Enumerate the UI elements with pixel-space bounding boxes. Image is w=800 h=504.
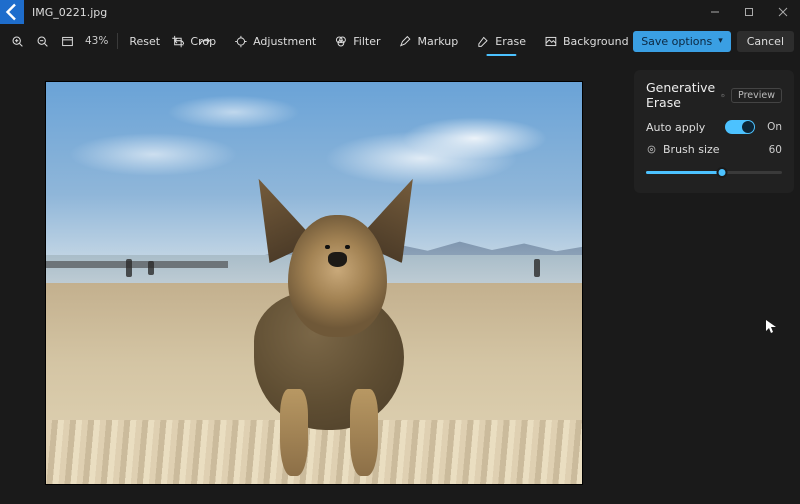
fit-to-window-icon — [61, 35, 74, 48]
save-options-button[interactable]: Save options ▾ — [633, 31, 731, 52]
arrow-left-icon — [0, 0, 24, 24]
window-close-button[interactable] — [766, 0, 800, 24]
reset-label: Reset — [129, 35, 160, 48]
tab-adjustment-label: Adjustment — [253, 35, 316, 48]
zoom-in-icon — [11, 35, 24, 48]
tab-erase[interactable]: Erase — [474, 32, 528, 51]
brush-size-value: 60 — [769, 144, 782, 156]
tab-filter[interactable]: Filter — [332, 32, 382, 51]
tab-adjustment[interactable]: Adjustment — [232, 32, 318, 51]
auto-apply-label: Auto apply — [646, 121, 705, 134]
info-icon[interactable] — [721, 90, 725, 101]
tab-background-label: Background — [563, 35, 629, 48]
tool-tabs: Crop Adjustment Filter Markup Erase Back… — [169, 32, 630, 51]
zoom-out-button[interactable] — [31, 29, 54, 53]
maximize-icon — [744, 7, 754, 17]
workspace: Generative Erase Preview Auto apply On B… — [0, 58, 800, 504]
erase-panel: Generative Erase Preview Auto apply On B… — [634, 70, 794, 193]
zoom-in-button[interactable] — [6, 29, 29, 53]
zoom-out-icon — [36, 35, 49, 48]
tab-background[interactable]: Background — [542, 32, 631, 51]
brush-size-slider[interactable] — [646, 165, 782, 179]
cancel-button[interactable]: Cancel — [737, 31, 794, 52]
reset-button[interactable]: Reset — [123, 29, 166, 53]
cancel-label: Cancel — [747, 35, 784, 48]
brush-icon — [646, 144, 657, 155]
erase-icon — [476, 35, 489, 48]
back-button[interactable] — [0, 0, 24, 24]
window-minimize-button[interactable] — [698, 0, 732, 24]
window-maximize-button[interactable] — [732, 0, 766, 24]
chevron-down-icon: ▾ — [718, 36, 723, 46]
photo-canvas[interactable] — [46, 82, 582, 484]
slider-thumb[interactable] — [717, 167, 728, 178]
adjustment-icon — [234, 35, 247, 48]
tab-erase-label: Erase — [495, 35, 526, 48]
toolbar: 43% Reset Crop Adjustment Filter Markup … — [0, 24, 800, 58]
filter-icon — [334, 35, 347, 48]
panel-title: Generative Erase — [646, 80, 715, 110]
auto-apply-state: On — [767, 121, 782, 133]
tab-filter-label: Filter — [353, 35, 380, 48]
tab-crop-label: Crop — [190, 35, 216, 48]
tab-markup-label: Markup — [418, 35, 459, 48]
background-icon — [544, 35, 557, 48]
side-panel: Generative Erase Preview Auto apply On B… — [628, 58, 800, 504]
markup-icon — [399, 35, 412, 48]
auto-apply-toggle[interactable] — [725, 120, 755, 134]
title-bar: IMG_0221.jpg — [0, 0, 800, 24]
close-icon — [778, 7, 788, 17]
canvas-area[interactable] — [0, 58, 628, 504]
crop-icon — [171, 35, 184, 48]
toolbar-divider — [117, 33, 118, 49]
preview-badge: Preview — [731, 88, 782, 103]
window-title: IMG_0221.jpg — [24, 0, 107, 24]
brush-size-label: Brush size — [663, 143, 720, 156]
fit-button[interactable] — [56, 29, 79, 53]
tab-markup[interactable]: Markup — [397, 32, 461, 51]
minimize-icon — [710, 7, 720, 17]
tab-crop[interactable]: Crop — [169, 32, 218, 51]
save-options-label: Save options — [641, 35, 712, 48]
zoom-percent[interactable]: 43% — [81, 35, 112, 47]
